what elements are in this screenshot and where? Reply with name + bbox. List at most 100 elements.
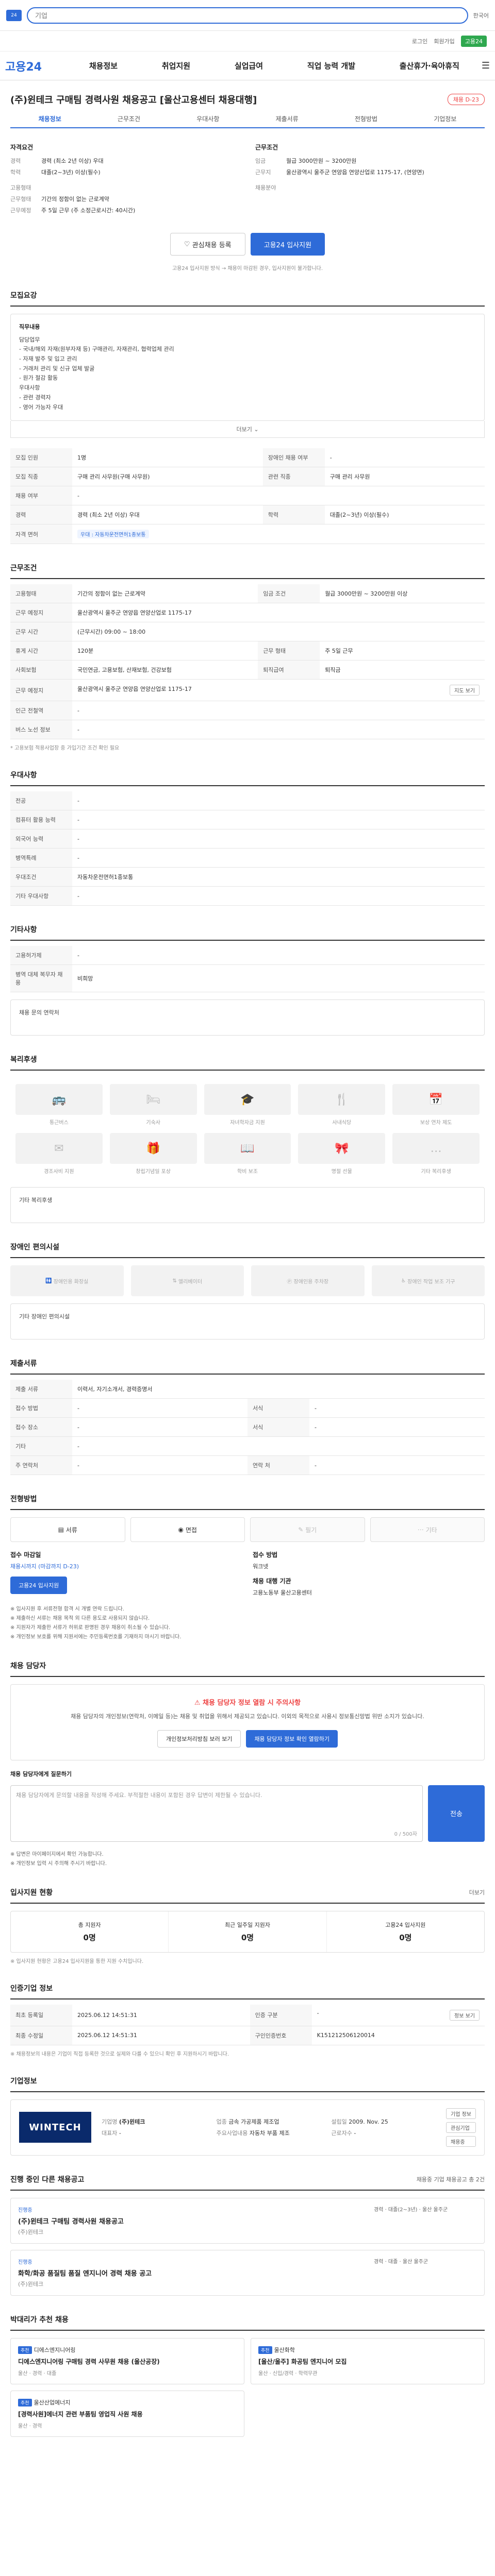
view-contact-button[interactable]: 채용 담당자 정보 확인 열람하기 (246, 1730, 338, 1748)
duty-title: 직무내용 (19, 324, 40, 330)
table-row: 제출 서류 이력서, 자기소개서, 경력증명서 (10, 1380, 485, 1399)
toilet-icon: 🚻 (45, 1278, 54, 1284)
detail-tabs: 채용정보 근무조건 우대사항 제출서류 전형방법 기업정보 (10, 114, 485, 128)
table-row: 인근 전철역 - (10, 701, 485, 721)
section-title: 인증기업 정보 (10, 1984, 53, 1993)
recommend-job[interactable]: 추천 울산화학 [울산/울주] 화공팀 엔지니어 모집 울산 · 신입/경력 · … (251, 2337, 485, 2384)
summary-row: 임금 월급 3000만원 ~ 3200만원 (255, 158, 357, 164)
search-input[interactable]: 기업 (27, 7, 468, 24)
apply-button-2[interactable]: 고용24 입사지원 (10, 1577, 68, 1595)
gnb-item-support[interactable]: 취업지원 (162, 60, 190, 71)
tab-company[interactable]: 기업정보 (406, 114, 485, 123)
tab-docs[interactable]: 제출서류 (248, 114, 326, 123)
meal-icon: 🍴 (298, 1084, 386, 1115)
related-link[interactable]: 채용중 기업 채용공고 총 2건 (417, 2175, 485, 2183)
bus-icon: 🚌 (15, 1084, 103, 1115)
method-written: ✎ 필기 (250, 1517, 365, 1543)
summary-left-title: 자격요건 (10, 144, 34, 151)
selection-notes: ※ 입사지원 후 서류전형 합격 시 개별 연락 드립니다. ※ 제출하신 서류… (10, 1606, 182, 1640)
graduation-icon: 🎓 (204, 1084, 291, 1115)
method-row: ▤ 서류 ◉ 면접 ✎ 필기 ⋯ 기타 (10, 1517, 485, 1543)
company-section: 기업정보 WINTECH 기업명 (주)윈테크 업종 금속 가공제품 제조업 설… (10, 2076, 485, 2156)
welfare-item: 🛏 기숙사 (109, 1084, 197, 1126)
company-info-button[interactable]: 기업 정보 (446, 2108, 476, 2119)
login-link[interactable]: 로그인 (412, 37, 427, 45)
gnb-item-jobs[interactable]: 채용정보 (89, 60, 118, 71)
map-button[interactable]: 지도 보기 (450, 685, 480, 696)
site-value: 워크넷 (253, 1563, 269, 1570)
stats-more-link[interactable]: 더보기 (469, 1888, 485, 1896)
section-title: 박대리가 추천 채용 (10, 2315, 69, 2324)
info-button[interactable]: 정보 보기 (450, 2009, 480, 2021)
job-title: (주)윈테크 구매팀 경력사원 채용공고 [울산고용센터 채용대행] (10, 95, 257, 106)
duty-line: - 거래처 관리 및 신규 업체 발굴 (19, 365, 95, 372)
tab-recruit[interactable]: 채용정보 (10, 114, 89, 123)
welfare-item: 🍴 사내식당 (298, 1084, 386, 1126)
contact-label: 채용 문의 연락처 (19, 1009, 59, 1016)
work-note: * 고용보험 적용사업장 중 가입기간 조건 확인 필요 (10, 745, 120, 752)
summary-row: 경력 경력 (최소 2년 이상) 우대 (10, 158, 104, 164)
table-row: 주 연락처 - 연락 처- (10, 1455, 485, 1476)
apply-note: 고용24 입사지원 방식 → 채용이 마감된 경우, 입사지원이 불가합니다. (172, 266, 323, 272)
related-job[interactable]: 진행중 화학/화공 품질팀 품질 엔지니어 경력 채용 공고 (주)윈테크 경력 ·… (10, 2249, 485, 2296)
interest-company-button[interactable]: 관심기업 (446, 2122, 476, 2133)
duty-line: - 관련 경력자 (19, 394, 51, 401)
table-row: 근무 예정지 울산광역시 울주군 연양읍 연양산업로 1175-17 (10, 603, 485, 623)
tab-selection[interactable]: 전형방법 (326, 114, 405, 123)
docs-table: 제출 서류 이력서, 자기소개서, 경력증명서 접수 방법 - 서식 - 접수 장소 - 서… (10, 1380, 485, 1476)
duty-line: - 영어 가능자 우대 (19, 403, 63, 411)
section-title: 기업정보 (10, 2077, 37, 2086)
join-link[interactable]: 회원가입 (434, 37, 454, 45)
employ24-button[interactable]: 고용24 (460, 35, 487, 47)
brand-logo[interactable]: 고용24 (5, 58, 67, 74)
recommend-job[interactable]: 추천 디에스엔지니어링 디에스엔지니어링 구매팀 경력 사무원 채용 (울산공장)… (10, 2337, 244, 2384)
etc-icon: … (392, 1133, 480, 1164)
elevator-icon: ⇅ (172, 1278, 179, 1284)
summary-row: 학력 대졸(2~3년) 이상(필수) (10, 169, 101, 176)
stats-note: ※ 입사지원 현황은 고용24 입사지원을 통한 지원 수치입니다. (10, 1958, 144, 1964)
table-row: 전공 - (10, 791, 485, 811)
language-selector[interactable]: 한국어 (473, 11, 489, 20)
tab-prefer[interactable]: 우대사항 (169, 114, 248, 123)
stat-item: 고용24 입사지원 0명 (385, 1921, 426, 1942)
menu-icon[interactable]: ☰ (482, 60, 490, 71)
company-card: WINTECH 기업명 (주)윈테크 업종 금속 가공제품 제조업 설립일 20… (10, 2099, 485, 2156)
section-title: 제출서류 (10, 1360, 37, 1368)
agency-label: 채용 대행 기관 (253, 1578, 291, 1585)
section-title: 장애인 편의시설 (10, 1243, 60, 1252)
gnb-item-training[interactable]: 직업 능력 개발 (307, 60, 355, 71)
gnb-menu: 채용정보 취업지원 실업급여 직업 능력 개발 출산휴가·육아휴직 (67, 60, 482, 71)
table-row: 버스 노선 정보 - (10, 720, 485, 740)
recommend-job[interactable]: 추천 울산산업에너지 [경력사원]에너지 관련 부품팀 영업직 사원 채용 울산 … (10, 2390, 244, 2437)
tab-work[interactable]: 근무조건 (89, 114, 168, 123)
welfare-item: 🚌 통근버스 (15, 1084, 103, 1126)
gnb-item-unemployment[interactable]: 실업급여 (235, 60, 263, 71)
section-title: 채용 담당자 (10, 1662, 46, 1671)
duty-box: 직무내용 담당업무 - 국내/해외 자재(원부자재 등) 구매관리, 자재관리,… (10, 314, 485, 421)
stat-item: 총 지원자 0명 (11, 1911, 169, 1952)
bookmark-button[interactable]: ♡ 관심채용 등록 (170, 233, 245, 256)
question-textarea[interactable]: 채용 담당자에게 문의할 내용을 작성해 주세요. 부적절한 내용이 포함된 경… (10, 1785, 423, 1842)
section-title: 우대사항 (10, 771, 37, 780)
more-button[interactable]: 더보기 ⌄ (10, 421, 485, 438)
send-button[interactable]: 전송 (428, 1785, 485, 1842)
welfare-section: 복리후생 🚌 통근버스 🛏 기숙사 🎓 자녀학자금 지원 🍴 사내식당 📅 보상 연차 제… (10, 1054, 485, 1224)
apply-button[interactable]: 고용24 입사지원 (250, 233, 325, 256)
welfare-item: 🎁 창립기념일 포상 (109, 1133, 197, 1175)
table-row: 고용허가제 - (10, 946, 485, 965)
section-title: 전형방법 (10, 1495, 37, 1504)
wheelchair-icon: ♿ (401, 1278, 408, 1284)
bed-icon: 🛏 (109, 1084, 197, 1115)
gnb-item-leave[interactable]: 출산휴가·육아휴직 (400, 60, 459, 71)
service-logo-icon[interactable]: 24 (6, 9, 22, 21)
summary-row: 근무예정 주 5일 근무 (주 소정근로시간: 40시간) (10, 207, 136, 214)
question-label: 채용 담당자에게 질문하기 (10, 1770, 72, 1777)
summary-row: 근무형태 기간의 정함이 없는 근로계약 (10, 196, 109, 202)
related-job[interactable]: 진행중 (주)윈테크 구매팀 경력사원 채용공고 (주)윈테크 경력 · 대졸(2~… (10, 2197, 485, 2244)
parking-icon: Ⓟ (287, 1279, 294, 1285)
regist-note: ※ 채용정보의 내용은 기업이 직접 등록한 것으로 실제와 다를 수 있으니 … (10, 2051, 229, 2057)
privacy-policy-button[interactable]: 개인정보처리방침 보러 보기 (157, 1730, 241, 1748)
table-row: 모집 직종 구매 관리 사무원(구매 사무원) 관련 직종 구매 관리 사무원 (10, 467, 485, 487)
hiring-button[interactable]: 채용중 (446, 2136, 476, 2147)
welfare-item: 📅 보상 연차 제도 (392, 1084, 480, 1126)
